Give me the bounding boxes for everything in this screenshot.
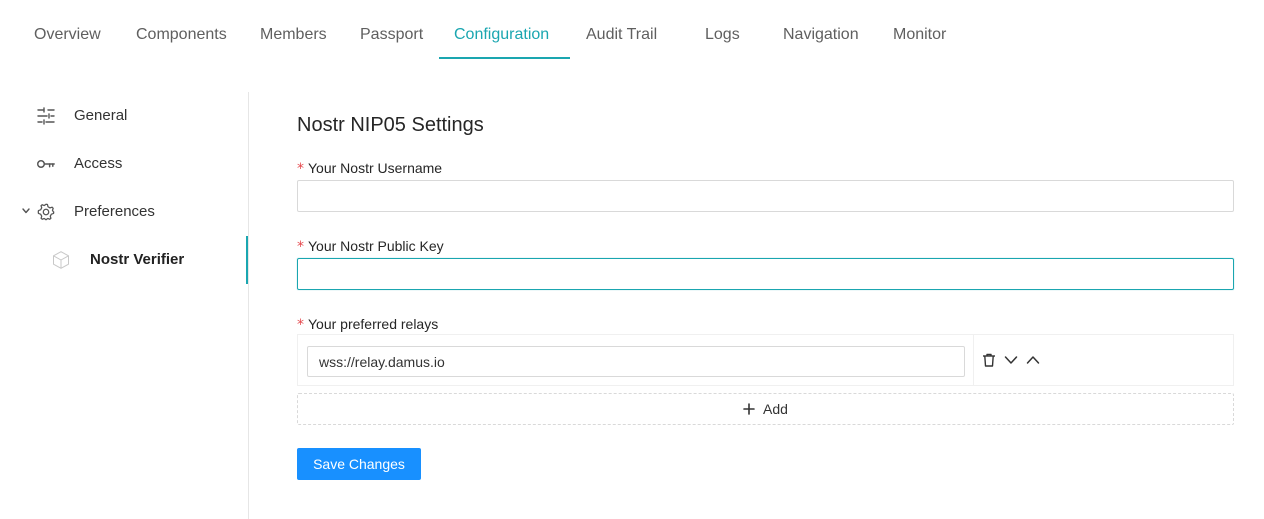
tab-overview[interactable]: Overview <box>34 26 101 44</box>
relay-list-item <box>297 334 1234 386</box>
sidebar-item-label: Nostr Verifier <box>90 251 185 268</box>
key-icon <box>36 152 56 176</box>
required-mark: * <box>297 317 304 333</box>
active-tab-indicator <box>439 57 570 59</box>
sidebar-item-access[interactable]: Access <box>0 140 248 188</box>
sidebar-item-preferences[interactable]: Preferences <box>0 188 248 236</box>
sliders-icon <box>36 104 56 128</box>
plus-icon <box>743 403 755 415</box>
sidebar-item-label: Preferences <box>74 203 155 220</box>
username-label: * Your Nostr Username <box>297 160 443 177</box>
add-relay-label: Add <box>763 401 788 417</box>
add-relay-button[interactable]: Add <box>297 393 1234 425</box>
relay-url-input[interactable] <box>307 346 965 377</box>
tab-navigation[interactable]: Navigation <box>783 26 859 44</box>
sidebar-item-general[interactable]: General <box>0 92 248 140</box>
tab-logs[interactable]: Logs <box>705 26 740 44</box>
delete-icon[interactable] <box>980 351 998 369</box>
save-changes-button[interactable]: Save Changes <box>297 448 421 480</box>
gear-icon <box>36 200 56 224</box>
tab-members[interactable]: Members <box>260 26 327 44</box>
relay-divider <box>973 335 974 385</box>
sidebar-item-label: General <box>74 107 128 124</box>
page-title: Nostr NIP05 Settings <box>297 114 484 136</box>
cube-icon <box>51 248 71 272</box>
move-up-icon[interactable] <box>1024 351 1042 369</box>
required-mark: * <box>297 161 304 177</box>
relays-label: * Your preferred relays <box>297 316 439 333</box>
tab-components[interactable]: Components <box>136 26 227 44</box>
settings-sidebar: General Access Preferences Nostr Verifie… <box>0 92 249 519</box>
nostr-public-key-input[interactable] <box>297 258 1234 290</box>
required-mark: * <box>297 239 304 255</box>
nostr-username-input[interactable] <box>297 180 1234 212</box>
tab-passport[interactable]: Passport <box>360 26 423 44</box>
chevron-down-icon[interactable] <box>20 204 32 218</box>
sidebar-item-label: Access <box>74 155 123 172</box>
sidebar-item-nostr-verifier[interactable]: Nostr Verifier <box>0 236 248 284</box>
top-tab-bar: Overview Components Members Passport Con… <box>0 0 1264 60</box>
move-down-icon[interactable] <box>1002 351 1020 369</box>
tab-monitor[interactable]: Monitor <box>893 26 946 44</box>
tab-configuration[interactable]: Configuration <box>454 26 549 44</box>
public-key-label: * Your Nostr Public Key <box>297 238 444 255</box>
tab-audit-trail[interactable]: Audit Trail <box>586 26 657 44</box>
